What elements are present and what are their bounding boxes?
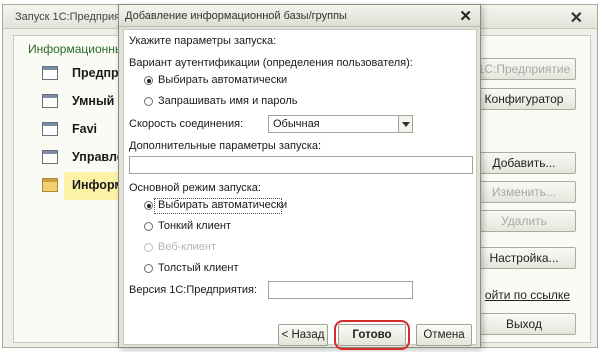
mode-web-radio[interactable] xyxy=(144,243,153,252)
exit-button[interactable]: Выход xyxy=(472,313,576,335)
configurator-button[interactable]: Конфигуратор xyxy=(472,88,576,110)
mode-web-label: Веб-клиент xyxy=(158,241,217,253)
infobase-list-header: Информационны xyxy=(28,42,124,56)
auth-prompt-radio[interactable] xyxy=(144,97,153,106)
launcher-close-icon[interactable]: ✕ xyxy=(570,8,583,28)
add-button[interactable]: Добавить... xyxy=(472,152,576,174)
infobase-icon xyxy=(42,94,58,108)
highlight-annotation xyxy=(334,320,410,350)
version-input[interactable] xyxy=(268,281,413,299)
mode-thin-label: Тонкий клиент xyxy=(158,220,231,232)
folder-icon xyxy=(42,178,58,192)
mode-thick-label: Толстый клиент xyxy=(158,262,239,274)
version-label: Версия 1С:Предприятия: xyxy=(129,284,258,296)
settings-button[interactable]: Настройка... xyxy=(472,247,576,269)
infobase-item-label: Управле xyxy=(72,150,124,164)
infobase-icon xyxy=(42,66,58,80)
delete-button[interactable]: Удалить xyxy=(472,210,576,232)
extra-params-label: Дополнительные параметры запуска: xyxy=(129,140,322,152)
edit-button[interactable]: Изменить... xyxy=(472,181,576,203)
mode-thick-radio[interactable] xyxy=(144,264,153,273)
speed-label: Скорость соединения: xyxy=(129,118,244,130)
add-infobase-dialog: Добавление информационной базы/группы ✕ … xyxy=(118,4,481,350)
auth-prompt-label: Запрашивать имя и пароль xyxy=(158,95,298,107)
infobase-item-label: Favi xyxy=(72,122,98,136)
mode-label: Основной режим запуска: xyxy=(129,182,261,194)
infobase-icon xyxy=(42,122,58,136)
mode-thin-radio[interactable] xyxy=(144,222,153,231)
mode-auto-label: Выбирать автоматически xyxy=(158,199,288,211)
dialog-titlebar: Добавление информационной базы/группы ✕ xyxy=(119,5,480,27)
auth-auto-radio[interactable] xyxy=(144,76,153,85)
speed-select-value: Обычная xyxy=(273,118,320,130)
enterprise-button[interactable]: 1С:Предприятие xyxy=(472,58,576,80)
back-button[interactable]: < Назад xyxy=(278,324,328,346)
extra-params-input[interactable] xyxy=(129,156,473,174)
dialog-title: Добавление информационной базы/группы xyxy=(125,10,347,22)
mode-auto-radio[interactable] xyxy=(144,201,153,210)
open-by-link[interactable]: ойти по ссылке xyxy=(485,288,570,302)
infobase-icon xyxy=(42,150,58,164)
close-icon[interactable]: ✕ xyxy=(459,7,472,25)
speed-select[interactable]: Обычная xyxy=(268,115,413,133)
section-title: Укажите параметры запуска: xyxy=(129,35,277,47)
auth-auto-label: Выбирать автоматически xyxy=(158,74,288,86)
dialog-body: Укажите параметры запуска: Вариант аутен… xyxy=(123,29,477,350)
chevron-down-icon[interactable] xyxy=(398,116,412,132)
cancel-button[interactable]: Отмена xyxy=(416,324,472,346)
auth-label: Вариант аутентификации (определения поль… xyxy=(129,57,413,69)
